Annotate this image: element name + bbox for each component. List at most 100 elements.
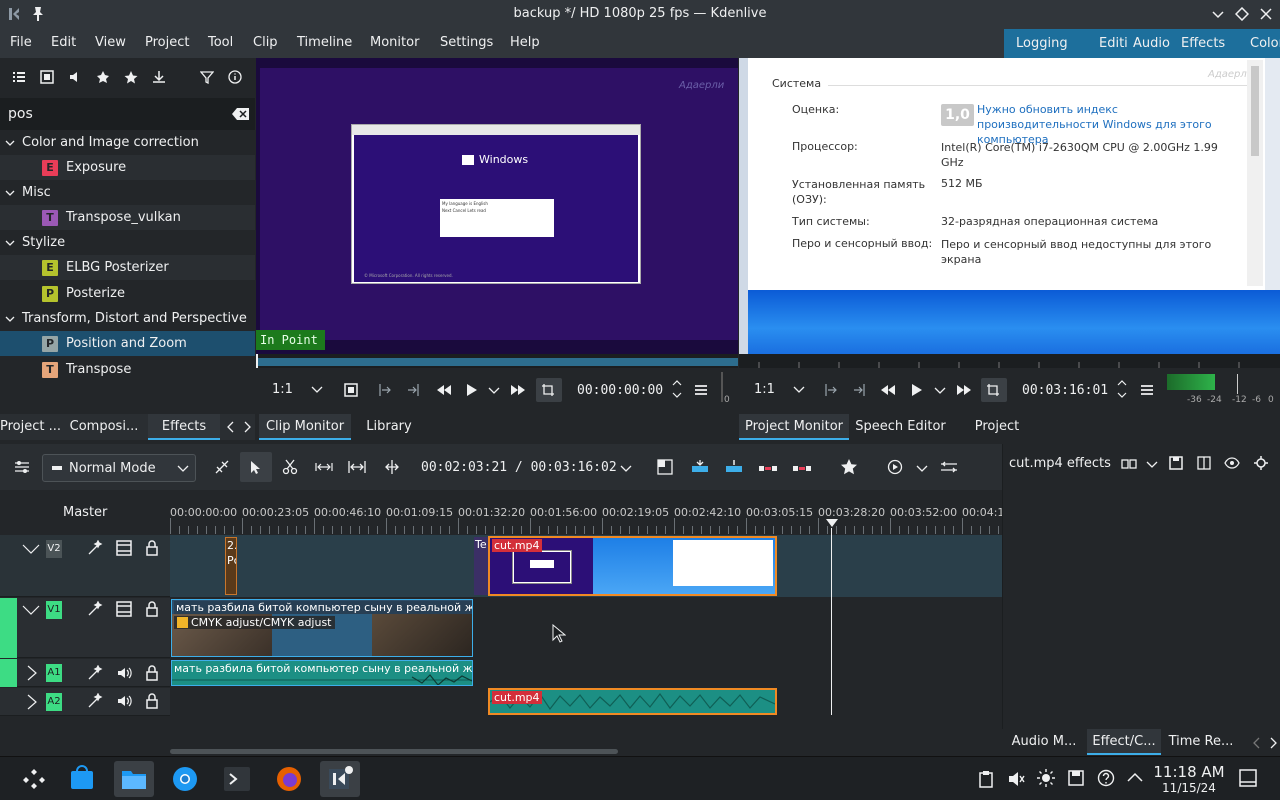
tab-effect-composition[interactable]: Effect/C... bbox=[1087, 729, 1161, 755]
workspace-logging[interactable]: Logging bbox=[1010, 29, 1074, 58]
save-stack-icon[interactable] bbox=[1169, 456, 1183, 470]
insert-clip-icon[interactable] bbox=[690, 459, 710, 475]
play-icon[interactable] bbox=[464, 383, 478, 397]
tab-audio-mixer[interactable]: Audio M... bbox=[1005, 729, 1083, 755]
track-settings-icon[interactable] bbox=[940, 459, 958, 475]
forward-icon[interactable] bbox=[510, 383, 526, 397]
tab-speech-editor[interactable]: Speech Editor bbox=[853, 414, 948, 440]
menu-edit[interactable]: Edit bbox=[51, 35, 76, 50]
monitor-menu-icon[interactable] bbox=[1140, 383, 1154, 397]
chevron-down-icon[interactable] bbox=[311, 384, 323, 394]
clip-monitor-view[interactable]: Адаерли Windows My language is English N… bbox=[256, 58, 738, 354]
tab-scroll-left-icon[interactable] bbox=[1252, 737, 1262, 749]
hide-track-icon[interactable] bbox=[116, 601, 132, 617]
chevron-down-icon[interactable] bbox=[916, 463, 928, 473]
list-view-icon[interactable] bbox=[12, 70, 26, 84]
project-zoom-select[interactable]: 1:1 bbox=[754, 382, 775, 397]
tab-effects[interactable]: Effects bbox=[148, 414, 220, 440]
chevron-down-icon[interactable] bbox=[793, 384, 805, 394]
file-manager-icon[interactable] bbox=[114, 761, 154, 797]
clear-search-icon[interactable] bbox=[232, 107, 250, 121]
timeline-settings-icon[interactable] bbox=[14, 460, 30, 474]
menu-help[interactable]: Help bbox=[510, 35, 540, 50]
tab-clip-monitor[interactable]: Clip Monitor bbox=[259, 414, 351, 440]
expand-track-icon[interactable] bbox=[26, 694, 38, 710]
maximize-icon[interactable] bbox=[1235, 7, 1249, 21]
volume-muted-icon[interactable] bbox=[1007, 770, 1025, 788]
firefox-icon[interactable] bbox=[269, 761, 309, 797]
tab-compositions[interactable]: Composi... bbox=[68, 414, 140, 440]
effect-item-transpose[interactable]: T Transpose bbox=[0, 357, 255, 382]
zone-toggle-icon[interactable] bbox=[536, 378, 562, 402]
hide-track-icon[interactable] bbox=[116, 540, 132, 556]
terminal-icon[interactable] bbox=[217, 761, 257, 797]
play-options-icon[interactable] bbox=[934, 385, 946, 395]
play-icon[interactable] bbox=[909, 383, 923, 397]
clip-v2-cut[interactable]: cut.mp4 bbox=[488, 536, 777, 596]
menu-clip[interactable]: Clip bbox=[253, 35, 278, 50]
clip-a2-cut[interactable]: cut.mp4 bbox=[488, 688, 777, 715]
stack-settings-icon[interactable] bbox=[1254, 456, 1268, 470]
clip-monitor-ruler[interactable] bbox=[256, 354, 738, 368]
razor-tool-icon[interactable] bbox=[282, 459, 298, 475]
app-launcher-icon[interactable] bbox=[14, 761, 54, 797]
playhead-handle[interactable] bbox=[826, 519, 838, 529]
timeline-ruler[interactable]: 00:00:00:00 00:00:23:05 00:00:46:10 00:01:0… bbox=[170, 490, 1002, 534]
split-compare-icon[interactable] bbox=[1197, 456, 1211, 470]
effect-item-position-and-zoom[interactable]: P Position and Zoom bbox=[0, 331, 255, 356]
lift-zone-icon[interactable] bbox=[792, 459, 812, 475]
track-effect-icon[interactable] bbox=[87, 540, 103, 556]
effect-item-elbg-posterizer[interactable]: E ELBG Posterizer bbox=[0, 255, 255, 280]
zone-toggle-icon[interactable] bbox=[981, 378, 1007, 402]
timeline-preview-icon[interactable] bbox=[887, 459, 903, 475]
expand-track-icon[interactable] bbox=[26, 665, 38, 681]
clip-a1-main[interactable]: мать разбила битой компьютер сыну в реал… bbox=[171, 660, 473, 686]
category-color-correction[interactable]: Color and Image correction bbox=[0, 130, 255, 155]
mute-track-icon[interactable] bbox=[116, 665, 132, 681]
tab-scroll-right-icon[interactable] bbox=[1268, 737, 1278, 749]
menu-file[interactable]: File bbox=[10, 35, 32, 50]
track-effect-icon[interactable] bbox=[87, 665, 103, 681]
timecode-spin-icon[interactable] bbox=[1117, 378, 1127, 400]
lock-track-icon[interactable] bbox=[145, 601, 159, 617]
set-out-point-icon[interactable] bbox=[406, 383, 420, 397]
overwrite-clip-icon[interactable] bbox=[724, 459, 744, 475]
set-in-point-icon[interactable] bbox=[824, 383, 838, 397]
master-label[interactable]: Master bbox=[63, 505, 107, 520]
lock-track-icon[interactable] bbox=[145, 540, 159, 556]
project-monitor-view[interactable]: Система Адаерли Оценка: 1,0 Нужно обнови… bbox=[739, 58, 1280, 354]
effect-item-transpose-vulkan[interactable]: T Transpose_vulkan bbox=[0, 205, 255, 230]
set-out-point-icon[interactable] bbox=[852, 383, 866, 397]
brightness-icon[interactable] bbox=[1037, 769, 1055, 787]
tab-library[interactable]: Library bbox=[357, 414, 421, 440]
project-monitor-ruler[interactable] bbox=[739, 354, 1280, 368]
clip-timecode[interactable]: 00:00:00:00 bbox=[577, 383, 663, 398]
chevron-down-icon[interactable] bbox=[1146, 459, 1158, 469]
effect-search-input[interactable]: pos bbox=[8, 106, 33, 122]
tray-expand-icon[interactable] bbox=[1127, 771, 1143, 783]
rewind-icon[interactable] bbox=[436, 383, 452, 397]
clipboard-icon[interactable] bbox=[979, 770, 993, 788]
edit-mode-select[interactable]: Normal Mode bbox=[42, 454, 196, 482]
extract-zone-icon[interactable] bbox=[758, 459, 778, 475]
menu-monitor[interactable]: Monitor bbox=[370, 35, 419, 50]
chevron-down-icon[interactable] bbox=[620, 463, 632, 473]
compare-icon[interactable] bbox=[1121, 457, 1137, 471]
timecode-spin-icon[interactable] bbox=[672, 378, 682, 400]
timeline-scrollbar[interactable] bbox=[170, 748, 1002, 756]
storage-icon[interactable] bbox=[1067, 769, 1085, 787]
help-icon[interactable] bbox=[1097, 769, 1115, 787]
timeline-position[interactable]: 00:02:03:21 / 00:03:16:02 bbox=[421, 460, 617, 475]
info-icon[interactable] bbox=[228, 70, 242, 84]
ripple-tool-icon[interactable] bbox=[348, 459, 366, 475]
clip-zoom-select[interactable]: 1:1 bbox=[272, 382, 293, 397]
kdenlive-icon[interactable] bbox=[320, 761, 360, 797]
tab-project-monitor[interactable]: Project Monitor bbox=[739, 414, 849, 440]
favorite-effects-icon[interactable] bbox=[124, 70, 138, 84]
menu-tool[interactable]: Tool bbox=[208, 35, 233, 50]
workspace-audio[interactable]: Audio bbox=[1127, 29, 1176, 58]
overlay-toggle-icon[interactable] bbox=[344, 383, 358, 397]
track-name[interactable]: A1 bbox=[46, 664, 62, 682]
menu-project[interactable]: Project bbox=[145, 35, 189, 50]
tab-scroll-left-icon[interactable] bbox=[226, 421, 236, 433]
